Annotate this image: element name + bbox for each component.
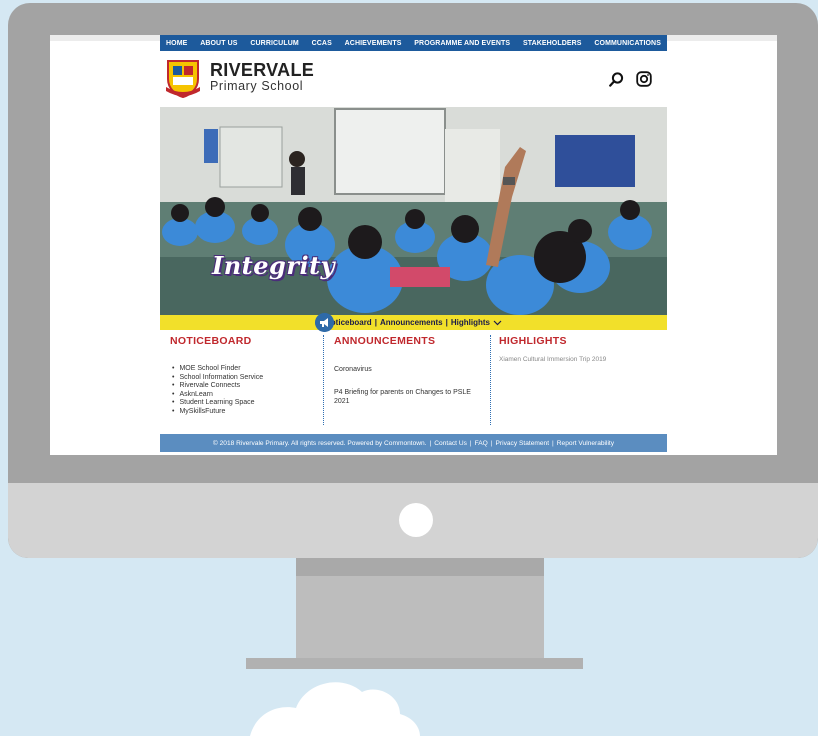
- highlights-section: HIGHLIGHTS Xiamen Cultural Immersion Tri…: [499, 335, 664, 425]
- announcements-section: ANNOUNCEMENTS Coronavirus P4 Briefing fo…: [334, 335, 484, 425]
- footer-separator: |: [552, 439, 554, 447]
- school-crest-logo[interactable]: [164, 57, 202, 99]
- school-name: RIVERVALE: [210, 60, 315, 80]
- nav-about-us[interactable]: ABOUT US: [200, 40, 237, 47]
- tab-separator: |: [374, 318, 377, 327]
- monitor-stand-base: [246, 658, 583, 669]
- nav-curriculum[interactable]: CURRICULUM: [250, 40, 298, 47]
- school-website: HOME ABOUT US CURRICULUM CCAS ACHIEVEMEN…: [160, 35, 667, 455]
- classroom-photo: [160, 107, 667, 315]
- noticeboard-list: MOE School Finder School Information Ser…: [170, 365, 320, 416]
- footer-separator: |: [429, 439, 432, 447]
- section-tab-bar: Noticeboard | Announcements | Highlights: [160, 315, 667, 330]
- nav-home[interactable]: HOME: [166, 40, 187, 47]
- instagram-icon[interactable]: [636, 71, 652, 87]
- column-divider: [490, 335, 491, 425]
- noticeboard-link[interactable]: AsknLearn: [170, 391, 320, 400]
- nav-stakeholders[interactable]: STAKEHOLDERS: [523, 40, 582, 47]
- monitor-stand-shadow: [296, 558, 544, 576]
- school-subtitle: Primary School: [210, 79, 304, 93]
- site-footer: © 2018 Rivervale Primary. All rights res…: [160, 434, 667, 452]
- tab-highlights[interactable]: Highlights: [451, 318, 490, 327]
- noticeboard-link[interactable]: Student Learning Space: [170, 399, 320, 408]
- column-divider: [323, 335, 324, 425]
- noticeboard-section: NOTICEBOARD MOE School Finder School Inf…: [170, 335, 320, 425]
- noticeboard-link[interactable]: MySkillsFuture: [170, 408, 320, 417]
- search-icon[interactable]: [609, 72, 624, 87]
- chevron-down-icon[interactable]: [493, 320, 502, 326]
- footer-link-faq[interactable]: FAQ: [475, 440, 488, 447]
- main-navigation: HOME ABOUT US CURRICULUM CCAS ACHIEVEMEN…: [160, 35, 667, 51]
- tab-separator: |: [445, 318, 448, 327]
- announcement-link[interactable]: Coronavirus: [334, 365, 372, 374]
- highlights-title: HIGHLIGHTS: [499, 335, 567, 347]
- tab-announcements[interactable]: Announcements: [380, 318, 443, 327]
- power-button-icon: [399, 503, 433, 537]
- nav-achievements[interactable]: ACHIEVEMENTS: [345, 40, 402, 47]
- highlight-link[interactable]: Xiamen Cultural Immersion Trip 2019: [499, 356, 606, 363]
- cloud-illustration: [250, 682, 420, 736]
- hero-caption: Integrity: [212, 251, 336, 280]
- nav-ccas[interactable]: CCAS: [312, 40, 332, 47]
- footer-link-contact-us[interactable]: Contact Us: [434, 440, 467, 447]
- noticeboard-link[interactable]: Rivervale Connects: [170, 382, 320, 391]
- nav-communications[interactable]: COMMUNICATIONS: [594, 40, 661, 47]
- noticeboard-link[interactable]: School Information Service: [170, 374, 320, 383]
- hero-banner: Integrity: [160, 107, 667, 315]
- footer-link-report-vulnerability[interactable]: Report Vulnerability: [557, 440, 614, 447]
- megaphone-icon: [315, 313, 334, 332]
- noticeboard-link[interactable]: MOE School Finder: [170, 365, 320, 374]
- announcement-link[interactable]: P4 Briefing for parents on Changes to PS…: [334, 388, 474, 406]
- nav-programme-and-events[interactable]: PROGRAMME AND EVENTS: [414, 40, 510, 47]
- monitor-screen: HOME ABOUT US CURRICULUM CCAS ACHIEVEMEN…: [50, 35, 777, 455]
- footer-separator: |: [490, 439, 493, 447]
- noticeboard-title: NOTICEBOARD: [170, 335, 252, 347]
- footer-separator: |: [469, 439, 472, 447]
- announcements-title: ANNOUNCEMENTS: [334, 335, 436, 347]
- footer-copyright: © 2018 Rivervale Primary. All rights res…: [212, 439, 427, 447]
- screen-bottom-edge: [50, 452, 777, 455]
- footer-link-privacy-statement[interactable]: Privacy Statement: [496, 440, 550, 447]
